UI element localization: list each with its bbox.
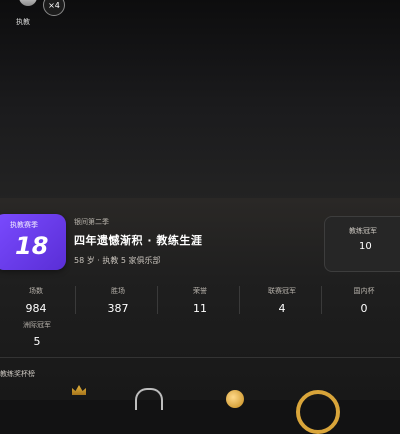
stat-league-titles: 联赛冠军 4 xyxy=(242,282,322,318)
career-headline: 四年遗憾渐积 · 教练生涯 xyxy=(74,234,203,247)
coach-mini-label: 执教 xyxy=(16,18,30,26)
champion-value: 10 xyxy=(359,241,372,252)
stat-label: 胜场 xyxy=(111,287,125,295)
stat-matches: 场数 984 xyxy=(0,282,76,318)
honors-label: 教练奖杯榜 xyxy=(0,370,35,378)
stat-label: 联赛冠军 xyxy=(268,287,296,295)
ring-trophy-icon[interactable] xyxy=(296,390,340,434)
stat-label: 洲际冠军 xyxy=(23,321,51,329)
stat-continental: 洲际冠军 5 xyxy=(0,320,74,348)
stat-domestic-cups: 国内杯 0 xyxy=(324,282,400,318)
hero-background xyxy=(0,0,400,200)
stat-value: 11 xyxy=(193,302,207,315)
stat-value: 387 xyxy=(107,302,129,315)
divider xyxy=(321,286,322,314)
divider xyxy=(157,286,158,314)
featured-stat-value: 18 xyxy=(15,232,49,260)
stat-value: 984 xyxy=(25,302,47,315)
medal-icon[interactable] xyxy=(226,390,244,408)
stat-value: 0 xyxy=(360,302,368,315)
stat-value: 4 xyxy=(278,302,286,315)
coach-avatar[interactable] xyxy=(16,0,40,12)
career-meta: 58 岁 · 执教 5 家俱乐部 xyxy=(74,256,161,265)
champion-label: 教练冠军 xyxy=(349,227,377,235)
stat-value: 5 xyxy=(33,335,41,348)
career-subtitle: 银间第二季 xyxy=(74,218,109,226)
stats-row: 场数 984 胜场 387 荣誉 11 联赛冠军 4 国内杯 0 xyxy=(0,282,400,318)
stat-label: 国内杯 xyxy=(353,287,375,295)
stat-wins: 胜场 387 xyxy=(78,282,158,318)
stat-honors: 荣誉 11 xyxy=(160,282,240,318)
stat-label: 荣誉 xyxy=(193,287,207,295)
trophy-icon xyxy=(19,0,37,6)
stat-label: 场数 xyxy=(29,287,43,295)
cup-icon[interactable] xyxy=(135,388,163,410)
divider xyxy=(75,286,76,314)
divider xyxy=(239,286,240,314)
champion-card[interactable]: 教练冠军 10 xyxy=(324,216,400,272)
featured-stat-label: 执教赛季 xyxy=(10,221,38,229)
featured-stat-card[interactable]: 执教赛季 18 xyxy=(0,214,66,270)
section-divider xyxy=(0,357,400,358)
